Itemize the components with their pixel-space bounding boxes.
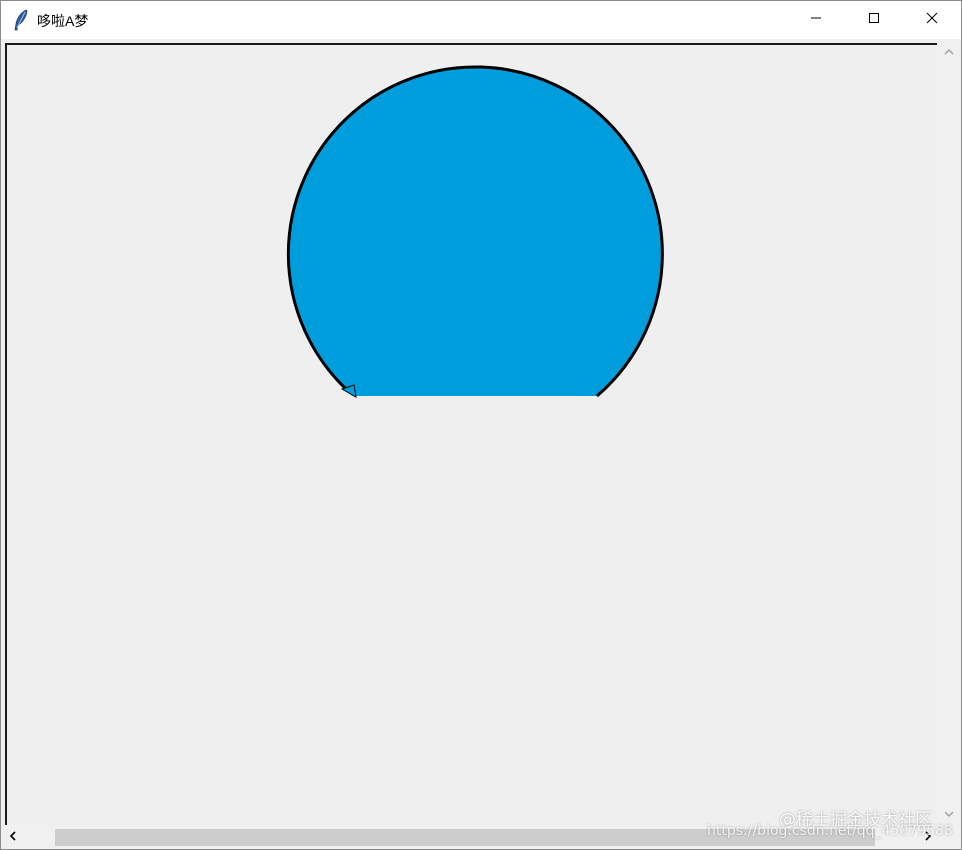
minimize-button[interactable] xyxy=(787,1,845,39)
vertical-scrollbar[interactable] xyxy=(937,41,961,825)
canvas-drawing xyxy=(286,65,664,398)
close-icon xyxy=(926,11,938,29)
app-window: 哆啦A梦 @稀土掘金技术社区 https://blog.csdn.net/qq_… xyxy=(0,0,962,850)
maximize-button[interactable] xyxy=(845,1,903,39)
doraemon-head-shape xyxy=(288,66,663,396)
minimize-icon xyxy=(810,11,822,29)
watermark-url: https://blog.csdn.net/qq_45079588 xyxy=(707,823,953,839)
scroll-down-button[interactable] xyxy=(937,805,961,822)
scroll-left-button[interactable] xyxy=(4,828,21,846)
chevron-left-icon xyxy=(9,828,17,846)
chevron-down-icon xyxy=(944,805,954,823)
title-bar[interactable]: 哆啦A梦 xyxy=(1,1,961,39)
drawing-canvas[interactable] xyxy=(5,43,937,825)
maximize-icon xyxy=(868,11,880,29)
chevron-up-icon xyxy=(944,43,954,61)
window-title: 哆啦A梦 xyxy=(37,13,89,29)
feather-icon xyxy=(12,9,30,31)
close-button[interactable] xyxy=(903,1,961,39)
scroll-up-button[interactable] xyxy=(937,43,961,60)
